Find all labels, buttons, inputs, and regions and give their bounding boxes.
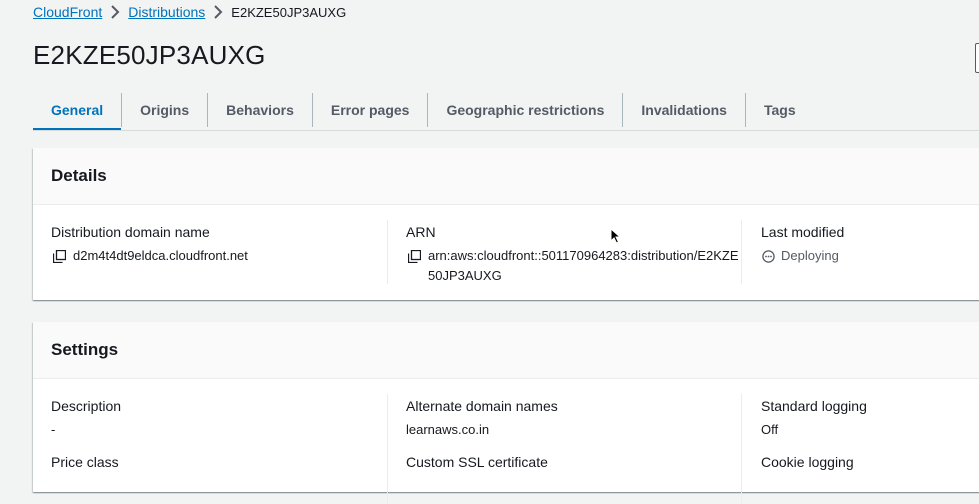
settings-panel: Settings Description - Price class Alter… — [33, 322, 979, 504]
settings-heading: Settings — [33, 322, 979, 379]
arn-value: arn:aws:cloudfront::501170964283:distrib… — [428, 248, 739, 283]
tab-geographic-restrictions[interactable]: Geographic restrictions — [428, 90, 622, 130]
domain-name-label: Distribution domain name — [51, 224, 210, 240]
last-modified-value: Deploying — [781, 248, 839, 263]
arn-value-row: arn:aws:cloudfront::501170964283:distrib… — [406, 246, 746, 286]
column-divider — [387, 220, 388, 284]
in-progress-icon — [761, 246, 775, 266]
chevron-right-icon — [110, 5, 120, 19]
column-divider — [741, 220, 742, 284]
column-divider — [387, 394, 388, 504]
copy-icon[interactable] — [406, 246, 422, 266]
details-panel: Details Distribution domain name d2m4t4d… — [33, 148, 979, 300]
tab-behaviors[interactable]: Behaviors — [208, 90, 312, 130]
arn-label: ARN — [406, 224, 436, 240]
description-value: - — [51, 422, 56, 437]
alternate-domains-value: learnaws.co.in — [406, 422, 490, 437]
last-modified-value-row: Deploying — [761, 246, 961, 266]
last-modified-label: Last modified — [761, 224, 845, 240]
tab-tags[interactable]: Tags — [746, 90, 814, 130]
tabs-underline — [33, 130, 979, 131]
breadcrumb-cloudfront-link[interactable]: CloudFront — [33, 4, 102, 20]
standard-logging-value: Off — [761, 422, 779, 437]
chevron-right-icon — [213, 5, 223, 19]
header-action-button[interactable] — [975, 43, 979, 73]
column-divider — [741, 394, 742, 504]
standard-logging-label: Standard logging — [761, 398, 867, 414]
last-modified-field: Last modified Deploying — [761, 224, 961, 266]
description-field: Description - — [51, 398, 381, 440]
tab-invalidations[interactable]: Invalidations — [623, 90, 745, 130]
page-title: E2KZE50JP3AUXG — [33, 40, 266, 70]
domain-name-value-row: d2m4t4dt9eldca.cloudfront.net — [51, 246, 381, 266]
copy-icon[interactable] — [51, 246, 67, 266]
standard-logging-field: Standard logging Off — [761, 398, 961, 440]
tab-origins[interactable]: Origins — [122, 90, 207, 130]
breadcrumb-distributions-link[interactable]: Distributions — [128, 4, 205, 20]
breadcrumb-current: E2KZE50JP3AUXG — [231, 4, 347, 20]
description-label: Description — [51, 398, 122, 414]
domain-name-value: d2m4t4dt9eldca.cloudfront.net — [73, 248, 248, 263]
tab-list: General Origins Behaviors Error pages Ge… — [33, 90, 814, 131]
tab-general[interactable]: General — [33, 90, 122, 131]
domain-name-field: Distribution domain name d2m4t4dt9eldca.… — [51, 224, 381, 266]
breadcrumb: CloudFront Distributions E2KZE50JP3AUXG — [33, 4, 346, 20]
alternate-domains-label: Alternate domain names — [406, 398, 558, 414]
mouse-pointer-icon — [610, 227, 622, 249]
details-heading: Details — [33, 148, 979, 205]
tab-error-pages[interactable]: Error pages — [313, 90, 428, 130]
arn-field: ARN arn:aws:cloudfront::501170964283:dis… — [406, 224, 746, 286]
alternate-domains-field: Alternate domain names learnaws.co.in — [406, 398, 736, 440]
